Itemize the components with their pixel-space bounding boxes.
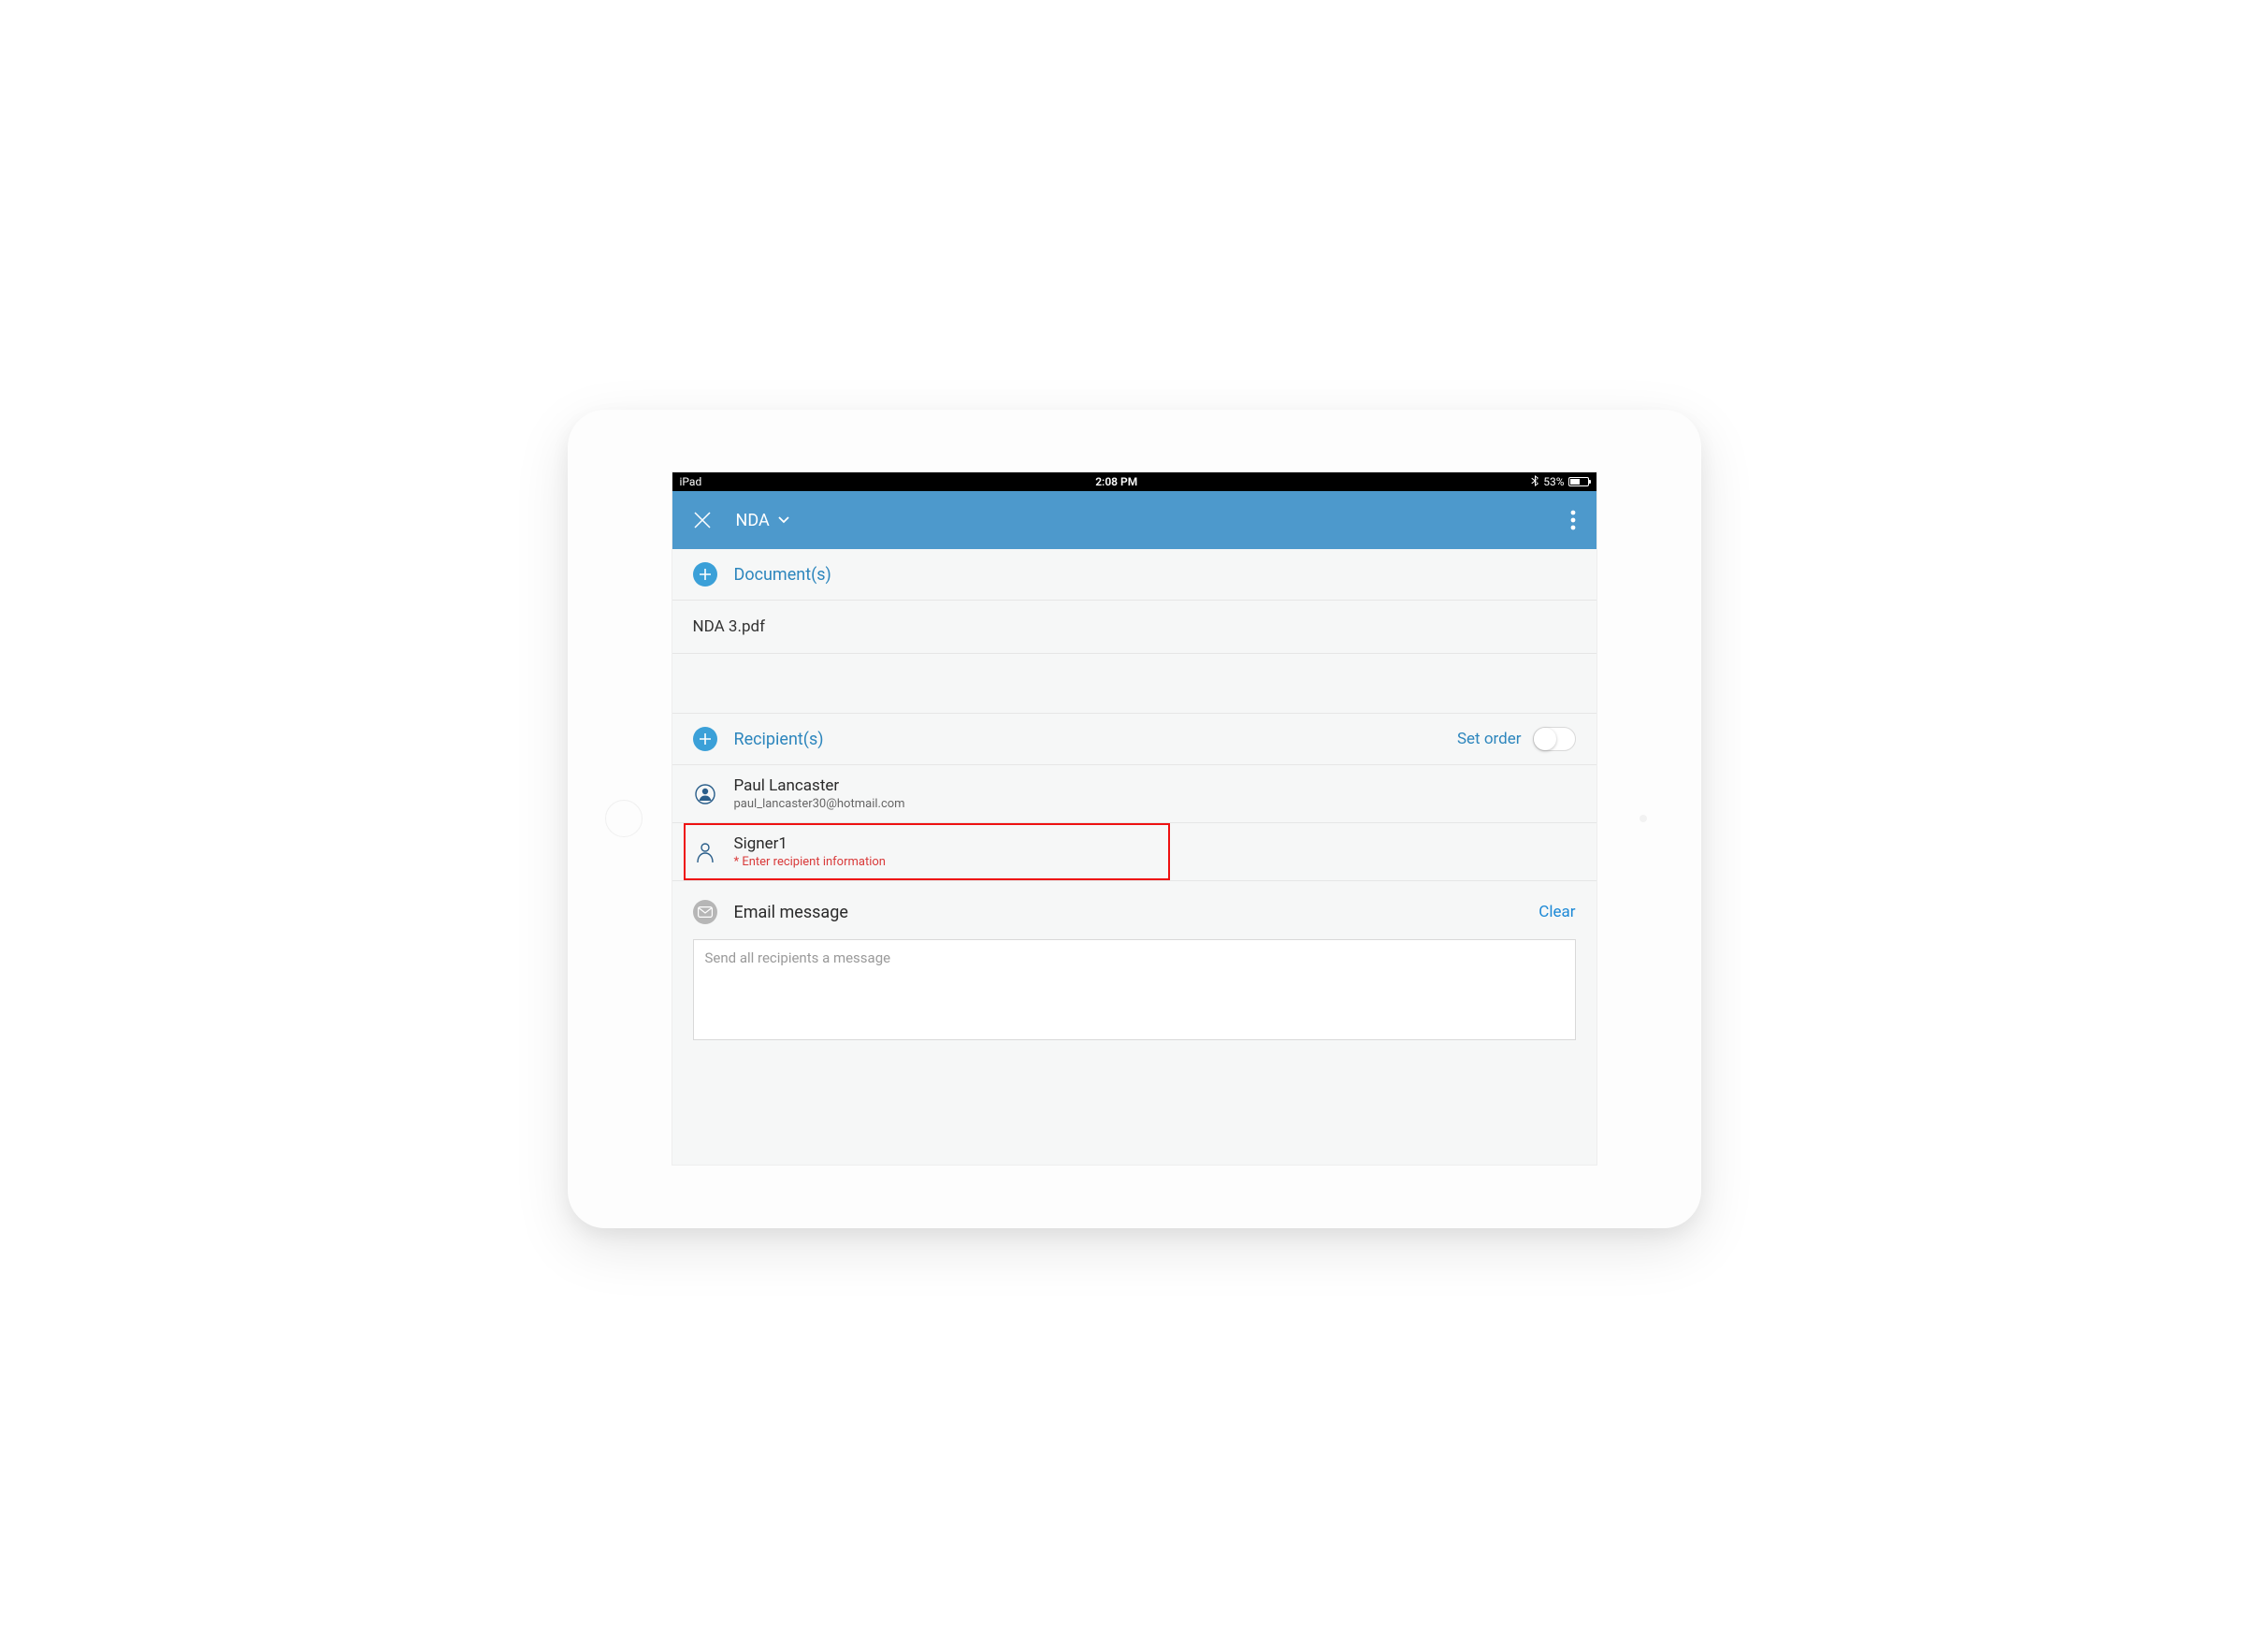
message-box [693, 939, 1576, 1040]
close-icon[interactable] [693, 511, 712, 529]
app-header: NDA [672, 491, 1596, 549]
documents-section-header: Document(s) [672, 549, 1596, 601]
status-bar: iPad 2:08 PM 53% [672, 472, 1596, 491]
content-area: Document(s) NDA 3.pdf Recipient(s) Set o… [672, 549, 1596, 1165]
recipient-name: Paul Lancaster [734, 776, 905, 795]
add-document-button[interactable] [693, 562, 717, 587]
battery-percent: 53% [1543, 475, 1564, 488]
documents-label: Document(s) [734, 565, 831, 585]
device-label: iPad [680, 475, 702, 488]
screen: iPad 2:08 PM 53% NDA [672, 471, 1597, 1166]
set-order-toggle[interactable] [1533, 727, 1576, 751]
person-filled-icon [693, 784, 717, 804]
mail-icon [693, 900, 717, 924]
more-menu-icon[interactable] [1570, 510, 1576, 530]
tablet-frame: iPad 2:08 PM 53% NDA [568, 410, 1701, 1228]
email-section-header: Email message Clear [672, 881, 1596, 937]
document-title-dropdown[interactable]: NDA [736, 511, 790, 530]
camera-dot [1640, 815, 1647, 822]
clock: 2:08 PM [1095, 475, 1137, 488]
recipients-section-header: Recipient(s) Set order [672, 714, 1596, 765]
recipient-error: * Enter recipient information [734, 855, 886, 869]
home-button[interactable] [605, 800, 643, 837]
document-row[interactable]: NDA 3.pdf [672, 601, 1596, 654]
recipients-label: Recipient(s) [734, 730, 824, 749]
set-order-label: Set order [1457, 730, 1522, 748]
recipient-row[interactable]: Signer1 * Enter recipient information [672, 823, 1596, 881]
clear-button[interactable]: Clear [1538, 903, 1575, 921]
document-title: NDA [736, 511, 770, 530]
battery-icon [1568, 477, 1589, 486]
bluetooth-icon [1531, 475, 1539, 489]
recipient-email: paul_lancaster30@hotmail.com [734, 797, 905, 811]
documents-spacer [672, 654, 1596, 714]
document-filename: NDA 3.pdf [693, 617, 766, 636]
message-input[interactable] [705, 949, 1564, 1030]
recipient-name: Signer1 [734, 834, 886, 853]
email-label: Email message [734, 903, 848, 922]
chevron-down-icon [777, 511, 790, 530]
recipient-row[interactable]: Paul Lancaster paul_lancaster30@hotmail.… [672, 765, 1596, 823]
add-recipient-button[interactable] [693, 727, 717, 751]
person-outline-icon [693, 841, 717, 863]
set-order-control: Set order [1457, 727, 1576, 751]
